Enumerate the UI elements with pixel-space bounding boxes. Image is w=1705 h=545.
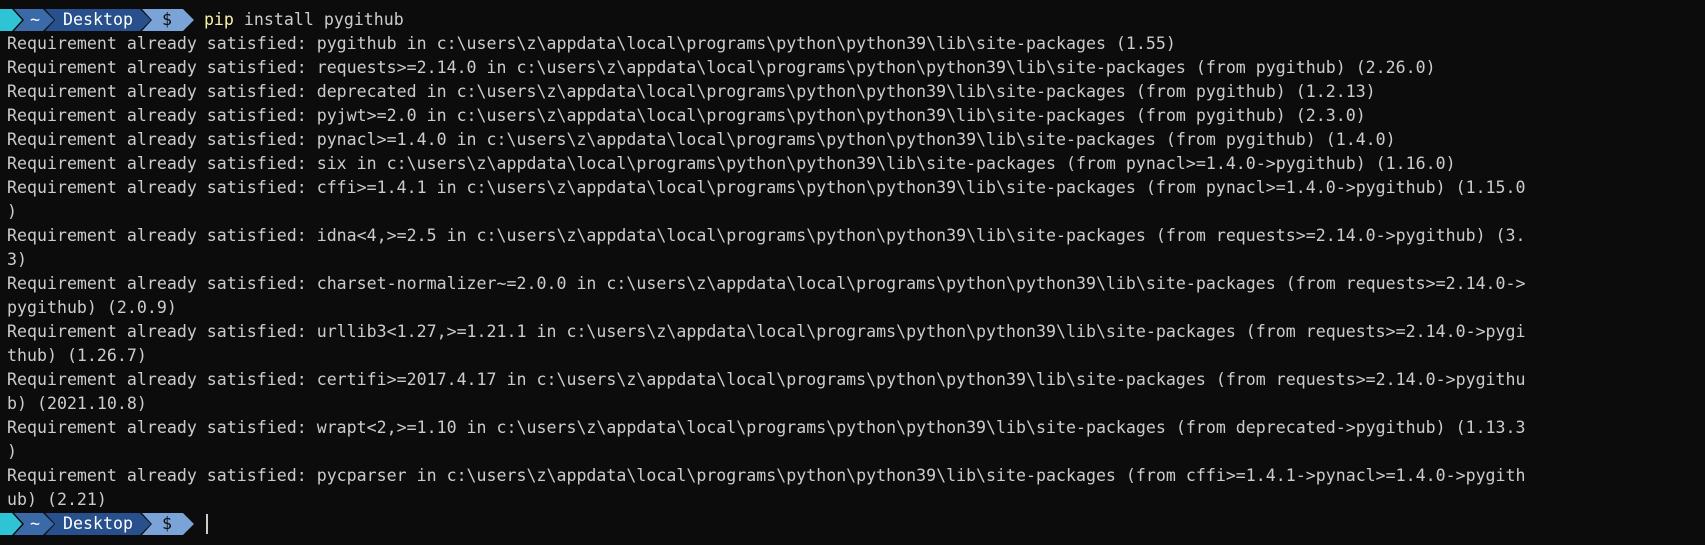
output-line: pygithub) (2.0.9): [7, 298, 177, 317]
prompt-directory-segment: Desktop: [45, 9, 151, 31]
prompt-directory-segment: Desktop: [45, 513, 151, 535]
command-output: Requirement already satisfied: pygithub …: [7, 32, 1705, 512]
prompt-home-label: ~: [30, 10, 40, 29]
output-line: Requirement already satisfied: idna<4,>=…: [7, 226, 1526, 245]
output-line: Requirement already satisfied: certifi>=…: [7, 370, 1526, 389]
output-line: Requirement already satisfied: requests>…: [7, 58, 1436, 77]
command-args: install pygithub: [243, 10, 404, 29]
prompt-symbol-label: $: [161, 10, 172, 29]
output-line: ): [7, 442, 17, 461]
output-line: Requirement already satisfied: pygithub …: [7, 34, 1176, 53]
output-line: thub) (1.26.7): [7, 346, 147, 365]
output-line: Requirement already satisfied: wrapt<2,>…: [7, 418, 1526, 437]
output-line: Requirement already satisfied: six in c:…: [7, 154, 1456, 173]
output-line: Requirement already satisfied: urllib3<1…: [7, 322, 1526, 341]
output-line: b) (2021.10.8): [7, 394, 147, 413]
output-line: Requirement already satisfied: pyjwt>=2.…: [7, 106, 1366, 125]
prompt-symbol-label: $: [161, 514, 172, 533]
output-line: Requirement already satisfied: deprecate…: [7, 82, 1376, 101]
output-line: Requirement already satisfied: charset-n…: [7, 274, 1526, 293]
text-cursor[interactable]: [205, 514, 208, 534]
output-line: Requirement already satisfied: cffi>=1.4…: [7, 178, 1526, 197]
output-line: Requirement already satisfied: pynacl>=1…: [7, 130, 1396, 149]
prompt-line-active[interactable]: ~ Desktop $: [0, 512, 1705, 536]
output-line: ): [7, 202, 17, 221]
terminal-window[interactable]: ~ Desktop $ pip install pygithub Require…: [0, 0, 1705, 545]
command-name: pip: [203, 10, 234, 29]
prompt-directory-label: Desktop: [63, 10, 133, 29]
prompt-line: ~ Desktop $ pip install pygithub: [0, 8, 1705, 32]
prompt-directory-label: Desktop: [63, 514, 133, 533]
command-text: pip install pygithub: [204, 8, 404, 32]
output-line: ub) (2.21): [7, 490, 107, 509]
output-line: 3): [7, 250, 27, 269]
output-line: Requirement already satisfied: pycparser…: [7, 466, 1526, 485]
prompt-home-label: ~: [30, 514, 40, 533]
